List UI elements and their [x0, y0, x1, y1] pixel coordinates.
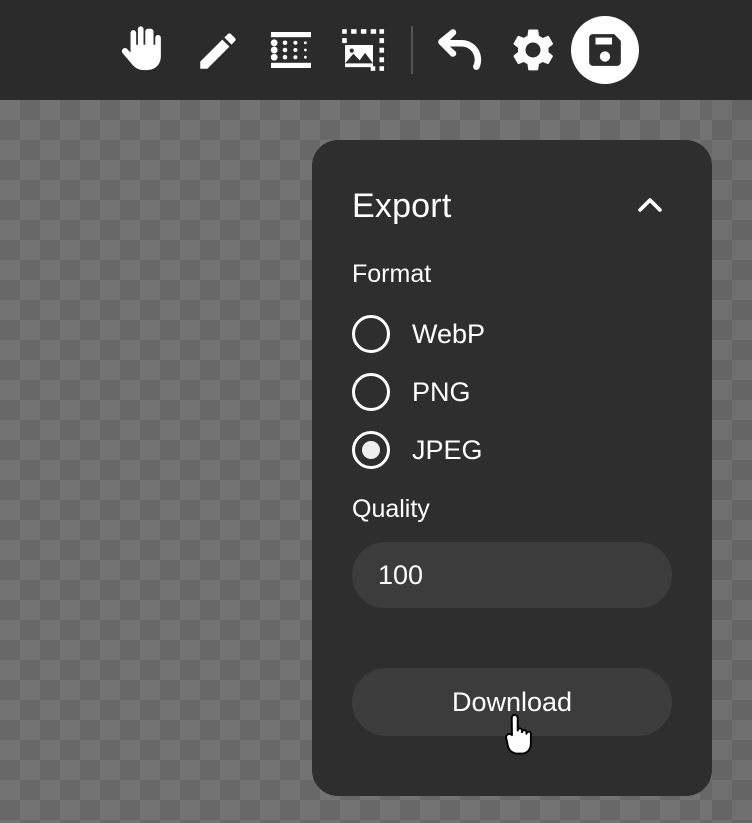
pixelate-icon [267, 26, 315, 74]
pencil-tool-button[interactable] [183, 14, 255, 86]
radio-icon-png [352, 373, 390, 411]
undo-button[interactable] [425, 14, 497, 86]
canvas-right-edge [712, 100, 752, 823]
toolbar-separator [411, 26, 413, 74]
export-panel: Export Format WebP PNG JPEG Quality 100 … [312, 140, 712, 796]
pencil-icon [194, 25, 244, 75]
export-panel-header: Export [352, 140, 672, 240]
save-button[interactable] [569, 14, 641, 86]
gear-icon [508, 25, 558, 75]
pan-hand-tool-button[interactable] [111, 14, 183, 86]
toolbar [0, 0, 752, 100]
format-radio-group: WebP PNG JPEG [352, 305, 672, 479]
radio-icon-jpeg [352, 431, 390, 469]
app-root: Export Format WebP PNG JPEG Quality 100 … [0, 0, 752, 823]
quality-input[interactable] [352, 542, 672, 608]
panel-title: Export [352, 187, 452, 225]
undo-icon [435, 24, 487, 76]
pixelate-tool-button[interactable] [255, 14, 327, 86]
crop-image-tool-button[interactable] [327, 14, 399, 86]
format-option-webp[interactable]: WebP [352, 305, 672, 363]
format-option-png[interactable]: PNG [352, 363, 672, 421]
quality-label: Quality [352, 495, 430, 523]
format-label: Format [352, 260, 432, 288]
format-option-jpeg-label: JPEG [412, 434, 483, 465]
settings-button[interactable] [497, 14, 569, 86]
collapse-panel-button[interactable] [628, 184, 672, 228]
format-option-jpeg[interactable]: JPEG [352, 421, 672, 479]
download-button[interactable]: Download [352, 668, 672, 736]
format-option-png-label: PNG [412, 376, 471, 407]
chevron-up-icon [633, 188, 667, 225]
crop-image-icon [338, 25, 388, 75]
format-option-webp-label: WebP [412, 318, 486, 349]
pan-hand-icon [121, 24, 173, 76]
radio-icon-webp [352, 315, 390, 353]
save-floppy-icon [571, 16, 639, 84]
